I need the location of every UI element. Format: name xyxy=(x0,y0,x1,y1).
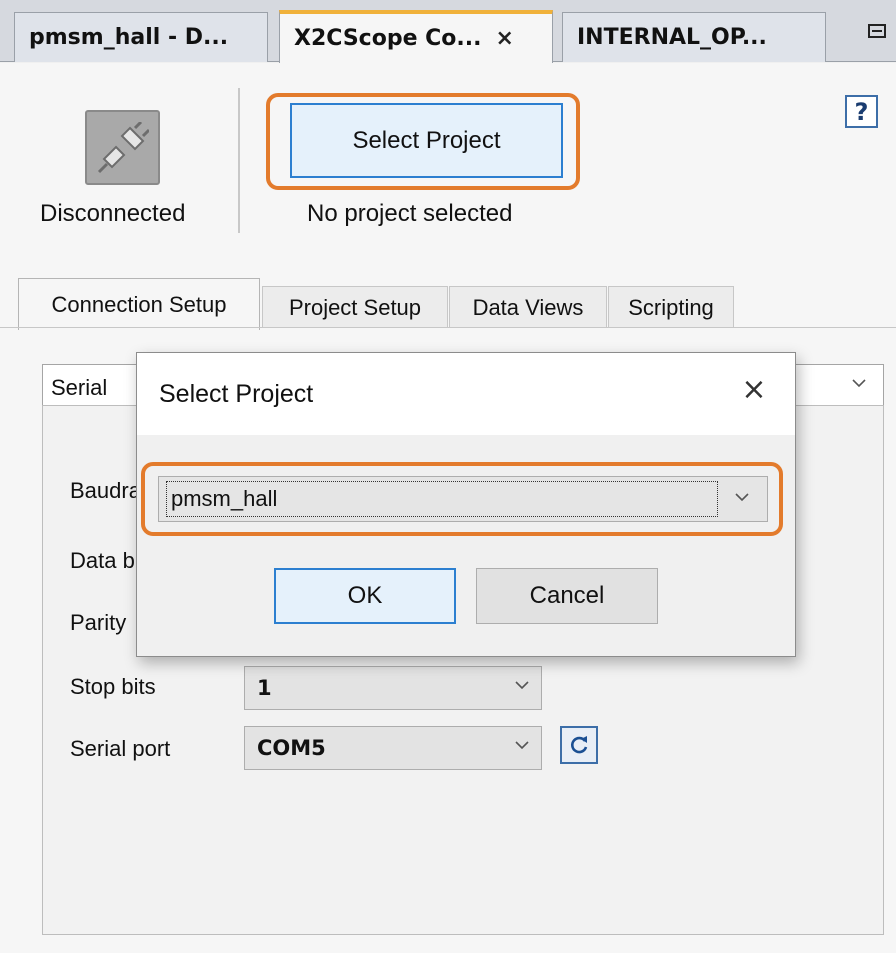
editor-tab-x2cscope[interactable]: X2CScope Co... × xyxy=(279,10,553,63)
chevron-down-icon[interactable] xyxy=(844,374,874,402)
editor-tab-strip: pmsm_hall - D... X2CScope Co... × INTERN… xyxy=(0,0,896,63)
editor-tab-label: pmsm_hall - D... xyxy=(29,25,229,50)
project-status-label: No project selected xyxy=(307,200,513,227)
stop-bits-value: 1 xyxy=(257,676,272,700)
disconnected-plug-icon[interactable] xyxy=(85,110,160,185)
chevron-down-icon xyxy=(513,736,531,757)
editor-tab-internal-op[interactable]: INTERNAL_OP... xyxy=(562,12,826,62)
highlight-project-select xyxy=(141,462,783,536)
serial-port-label: Serial port xyxy=(70,736,171,761)
tab-label: Project Setup xyxy=(288,294,422,320)
close-icon[interactable]: × xyxy=(735,372,773,412)
connection-type-value: Serial xyxy=(51,375,108,400)
tab-divider xyxy=(0,327,896,328)
serial-port-select[interactable]: COM5 xyxy=(244,726,542,770)
tab-data-views[interactable]: Data Views xyxy=(449,286,607,328)
tab-connection-setup[interactable]: Connection Setup xyxy=(18,278,260,330)
dialog-title: Select Project xyxy=(159,380,314,408)
tab-label: Connection Setup xyxy=(51,291,227,317)
tab-label: Data Views xyxy=(472,294,584,320)
ok-button[interactable]: OK xyxy=(274,568,456,624)
toolbar-divider xyxy=(238,88,240,233)
highlight-select-project xyxy=(266,93,580,190)
serial-port-value: COM5 xyxy=(257,736,326,760)
refresh-ports-icon[interactable] xyxy=(560,726,598,764)
stop-bits-label: Stop bits xyxy=(70,674,156,699)
stop-bits-select[interactable]: 1 xyxy=(244,666,542,710)
tab-scripting[interactable]: Scripting xyxy=(608,286,734,328)
connection-status-label: Disconnected xyxy=(40,200,186,227)
help-icon[interactable]: ? xyxy=(845,95,878,128)
parity-label: Parity xyxy=(70,610,127,635)
editor-tab-label: INTERNAL_OP... xyxy=(577,25,767,50)
minimize-icon[interactable] xyxy=(868,22,888,44)
tab-label: Scripting xyxy=(628,294,714,320)
editor-tab-label: X2CScope Co... xyxy=(294,26,482,51)
editor-tab-pmsm-hall[interactable]: pmsm_hall - D... xyxy=(14,12,268,62)
close-icon[interactable]: × xyxy=(495,26,513,51)
tab-project-setup[interactable]: Project Setup xyxy=(262,286,448,328)
chevron-down-icon xyxy=(513,676,531,697)
cancel-button[interactable]: Cancel xyxy=(476,568,658,624)
